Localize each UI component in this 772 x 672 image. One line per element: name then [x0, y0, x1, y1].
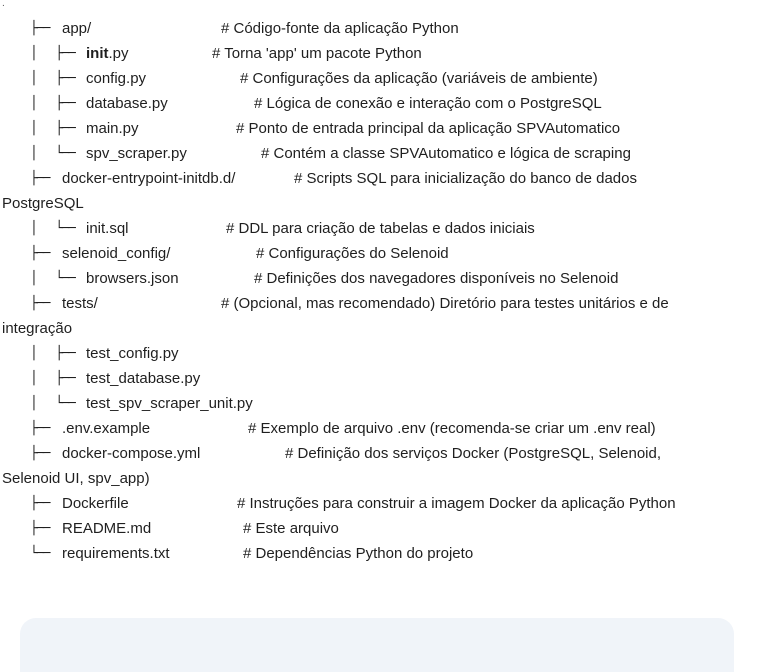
tree-entry-name-text: test_database.py [86, 370, 201, 387]
tree-entry-comment: # Scripts SQL para inicialização do banc… [294, 170, 637, 187]
tree-comment-wrap: integração [2, 320, 73, 337]
tree-row: │ ├── init.py # Torna 'app' um pacote Pyt… [0, 44, 772, 64]
tree-row: ├── .env.example # Exemplo de arquivo .en… [0, 419, 772, 439]
tree-entry-name-text: spv_scraper.py [86, 145, 187, 162]
tree-entry-name: docker-entrypoint-initdb.d/ [62, 169, 235, 189]
tree-entry-name-text: test_spv_scraper_unit.py [86, 395, 253, 412]
tree-entry-comment: # Definições dos navegadores disponíveis… [254, 270, 619, 287]
tree-entry-comment: # DDL para criação de tabelas e dados in… [226, 220, 535, 237]
tree-row: │ ├── main.py # Ponto de entrada principa… [0, 119, 772, 139]
tree-branch-prefix: │ ├── [30, 121, 81, 136]
tree-entry-name-text: Dockerfile [62, 495, 129, 512]
tree-entry-name-text: README.md [62, 520, 152, 537]
tree-entry-name: main.py [86, 119, 139, 139]
tree-branch-prefix: │ └── [30, 396, 81, 411]
tree-branch-prefix: │ ├── [30, 371, 81, 386]
tree-entry-name-text: tests/ [62, 295, 98, 312]
tree-row: │ ├── database.py # Lógica de conexão e i… [0, 94, 772, 114]
tree-entry-name: browsers.json [86, 269, 179, 289]
tree-comment-wrap: PostgreSQL [2, 195, 84, 212]
tree-entry-name: database.py [86, 94, 168, 114]
tree-row: ├── selenoid_config/ # Configurações do S… [0, 244, 772, 264]
tree-row: ├── docker-entrypoint-initdb.d/ # Scripts… [0, 169, 772, 189]
tree-entry-name-text: config.py [86, 70, 147, 87]
tree-branch-prefix: │ ├── [30, 346, 81, 361]
tree-row: │ └── spv_scraper.py # Contém a classe SP… [0, 144, 772, 164]
tree-entry-name: requirements.txt [62, 544, 170, 564]
tree-branch-prefix: │ └── [30, 221, 81, 236]
tree-branch-prefix: └── [30, 546, 56, 561]
tree-branch-prefix: ├── [30, 421, 56, 436]
tree-entry-comment: # Código-fonte da aplicação Python [221, 20, 459, 37]
tree-row: │ └── browsers.json # Definições dos nave… [0, 269, 772, 289]
tree-branch-prefix: ├── [30, 446, 56, 461]
tree-branch-prefix: ├── [30, 296, 56, 311]
tree-entry-name-text: test_config.py [86, 345, 179, 362]
tree-branch-prefix: ├── [30, 21, 56, 36]
tree-entry-name: init.sql [86, 219, 129, 239]
tree-branch-prefix: │ └── [30, 271, 81, 286]
tree-branch-prefix: ├── [30, 171, 56, 186]
tree-entry-name-text: database.py [86, 95, 168, 112]
tree-branch-prefix: │ ├── [30, 96, 81, 111]
tree-row: │ └── test_spv_scraper_unit.py [0, 394, 772, 414]
tree-branch-prefix: │ ├── [30, 71, 81, 86]
tree-row: ├── docker-compose.yml # Definição dos se… [0, 444, 772, 464]
tree-entry-comment: # Ponto de entrada principal da aplicaçã… [236, 120, 621, 137]
tree-entry-name: .env.example [62, 419, 150, 439]
tree-entry-name-text: docker-entrypoint-initdb.d/ [62, 170, 236, 187]
tree-entry-name-text: main.py [86, 120, 139, 137]
tree-entry-comment: # (Opcional, mas recomendado) Diretório … [221, 295, 669, 312]
tree-branch-prefix: │ ├── [30, 46, 81, 61]
tree-entry-comment: # Torna 'app' um pacote Python [212, 45, 422, 62]
tree-branch-prefix: ├── [30, 521, 56, 536]
tree-row: │ ├── test_config.py [0, 344, 772, 364]
tree-entry-name-text: selenoid_config/ [62, 245, 171, 262]
chat-input-area[interactable] [20, 618, 734, 672]
tree-row: │ ├── test_database.py [0, 369, 772, 389]
tree-entry-name-text: init.sql [86, 220, 129, 237]
tree-entry-comment: # Contém a classe SPVAutomatico e lógica… [261, 145, 631, 162]
tree-entry-name: docker-compose.yml [62, 444, 200, 464]
tree-entry-name-text: .py [108, 45, 129, 62]
tree-entry-comment: # Definição dos serviços Docker (Postgre… [285, 445, 662, 462]
tree-row: ├── Dockerfile # Instruções para construi… [0, 494, 772, 514]
stray-dot: . [2, 0, 5, 9]
tree-row: ├── README.md # Este arquivo [0, 519, 772, 539]
tree-entry-comment: # Configurações da aplicação (variáveis … [240, 70, 598, 87]
tree-entry-comment: # Este arquivo [243, 520, 339, 537]
tree-row: │ └── init.sql # DDL para criação de tabe… [0, 219, 772, 239]
tree-branch-prefix: ├── [30, 496, 56, 511]
tree-entry-name: tests/ [62, 294, 98, 314]
tree-entry-name: README.md [62, 519, 151, 539]
tree-row: ├── tests/ # (Opcional, mas recomendado) … [0, 294, 772, 314]
tree-row: │ ├── config.py # Configurações da aplica… [0, 69, 772, 89]
tree-entry-name: test_config.py [86, 344, 179, 364]
tree-entry-name: spv_scraper.py [86, 144, 187, 164]
tree-entry-comment: # Configurações do Selenoid [256, 245, 449, 262]
tree-entry-comment: # Instruções para construir a imagem Doc… [237, 495, 676, 512]
tree-entry-name-text: app/ [62, 20, 92, 37]
tree-branch-prefix: │ └── [30, 146, 81, 161]
tree-row: └── requirements.txt # Dependências Pytho… [0, 544, 772, 564]
tree-entry-name: config.py [86, 69, 146, 89]
tree-branch-prefix: ├── [30, 246, 56, 261]
tree-row: ├── app/ # Código-fonte da aplicação Pyth… [0, 19, 772, 39]
tree-entry-name: test_database.py [86, 369, 200, 389]
tree-entry-name-text: docker-compose.yml [62, 445, 201, 462]
tree-entry-name: Dockerfile [62, 494, 129, 514]
tree-entry-comment: # Lógica de conexão e interação com o Po… [254, 95, 602, 112]
tree-entry-name-text: .env.example [62, 420, 151, 437]
tree-entry-name: app/ [62, 19, 91, 39]
tree-entry-name-text: requirements.txt [62, 545, 170, 562]
tree-entry-name: init.py [86, 44, 129, 64]
tree-entry-comment: # Exemplo de arquivo .env (recomenda-se … [248, 420, 656, 437]
tree-entry-name-bold: init [86, 45, 109, 62]
tree-entry-name: selenoid_config/ [62, 244, 170, 264]
tree-comment-wrap: Selenoid UI, spv_app) [2, 470, 150, 487]
tree-entry-name-text: browsers.json [86, 270, 179, 287]
tree-entry-name: test_spv_scraper_unit.py [86, 394, 253, 414]
tree-entry-comment: # Dependências Python do projeto [243, 545, 474, 562]
